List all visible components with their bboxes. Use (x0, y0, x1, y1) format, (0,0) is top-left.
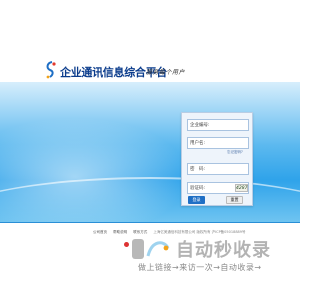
password-label: 密 码: (190, 167, 206, 172)
logo-icon (46, 61, 56, 79)
password-input[interactable] (206, 165, 248, 173)
captcha-label: 验证码: (190, 186, 206, 191)
company-id-input[interactable] (206, 121, 248, 129)
hero-band (0, 82, 300, 222)
footer-link-home[interactable]: 公司首页 (93, 230, 107, 234)
band-divider (0, 222, 300, 223)
login-button[interactable]: 登录 (188, 196, 205, 204)
username-label: 用户名: (190, 141, 206, 146)
band-curve (0, 177, 300, 222)
watermark-title: 自动秒收录 (176, 240, 271, 261)
login-panel: 企业编号: 用户名: 忘记密码? 密 码: 验证码: 4287 登录 重置 (181, 112, 253, 206)
password-field[interactable]: 密 码: (187, 163, 249, 175)
watermark: 自动秒收录 做上链接→来访一次→自动收录→ (126, 236, 296, 276)
username-input[interactable] (206, 139, 248, 147)
forgot-password-link[interactable]: 忘记密码? (227, 150, 243, 155)
header: 企业通讯信息综合平台 服务每个用户 (0, 0, 300, 80)
captcha-input[interactable] (206, 184, 232, 192)
footer-links: 公司首页 帮助说明 联系方式 上海亿美通信科技有限公司 版权所有 沪ICP备05… (93, 230, 251, 235)
captcha-field[interactable]: 验证码: 4287 (187, 182, 249, 194)
footer-link-contact[interactable]: 联系方式 (133, 230, 147, 234)
footer-link-help[interactable]: 帮助说明 (113, 230, 127, 234)
app-subtitle: 服务每个用户 (146, 69, 186, 76)
company-id-field[interactable]: 企业编号: (187, 119, 249, 131)
captcha-image[interactable]: 4287 (235, 184, 248, 192)
footer-copyright: 上海亿美通信科技有限公司 版权所有 沪ICP备05018889号 (153, 230, 246, 234)
watermark-tagline: 做上链接→来访一次→自动收录→ (138, 263, 262, 272)
reset-button[interactable]: 重置 (226, 196, 243, 204)
watermark-logo-icon (132, 239, 170, 259)
username-field[interactable]: 用户名: (187, 137, 249, 149)
